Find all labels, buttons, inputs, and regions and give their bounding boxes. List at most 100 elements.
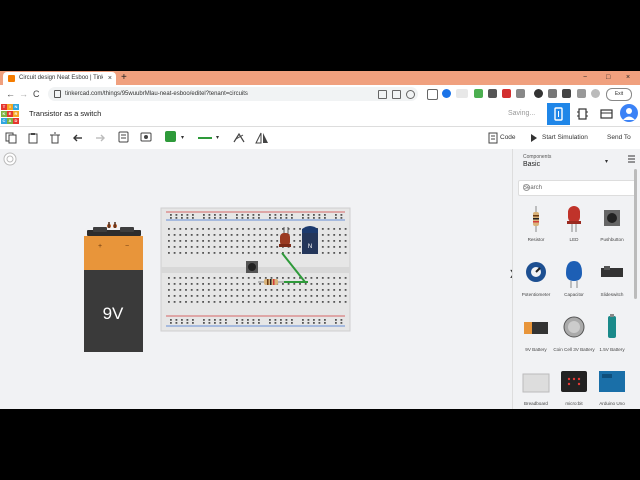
- breadboard-hole[interactable]: [247, 214, 249, 216]
- breadboard-hole[interactable]: [190, 289, 193, 291]
- breadboard-hole[interactable]: [321, 283, 324, 285]
- breadboard-hole[interactable]: [264, 234, 267, 236]
- extension-icon[interactable]: [548, 89, 557, 98]
- component-list-button[interactable]: [595, 103, 618, 125]
- breadboard-hole[interactable]: [196, 301, 199, 303]
- breadboard-hole[interactable]: [276, 246, 279, 248]
- breadboard-hole[interactable]: [242, 234, 244, 236]
- breadboard-hole[interactable]: [173, 240, 176, 242]
- breadboard-hole[interactable]: [225, 301, 227, 303]
- breadboard-hole[interactable]: [327, 277, 330, 279]
- new-tab-button[interactable]: +: [121, 71, 127, 85]
- breadboard-hole[interactable]: [299, 283, 301, 285]
- breadboard-hole[interactable]: [185, 289, 187, 291]
- breadboard-hole[interactable]: [259, 301, 261, 303]
- breadboard-hole[interactable]: [259, 252, 261, 254]
- breadboard-hole[interactable]: [270, 301, 273, 303]
- breadboard-hole[interactable]: [173, 228, 176, 230]
- breadboard-hole[interactable]: [190, 252, 193, 254]
- breadboard-hole[interactable]: [230, 234, 233, 236]
- breadboard-hole[interactable]: [270, 234, 273, 236]
- pushbutton[interactable]: [246, 261, 258, 273]
- breadboard-hole[interactable]: [333, 234, 336, 236]
- breadboard-hole[interactable]: [242, 252, 244, 254]
- breadboard-hole[interactable]: [202, 283, 204, 285]
- breadboard-hole[interactable]: [339, 277, 341, 279]
- breadboard-hole[interactable]: [253, 240, 256, 242]
- breadboard-hole[interactable]: [225, 246, 227, 248]
- breadboard-hole[interactable]: [339, 283, 341, 285]
- zoom-fit-icon[interactable]: [3, 152, 17, 166]
- component-slideswitch[interactable]: Slideswitch: [593, 256, 631, 306]
- breadboard-hole[interactable]: [333, 228, 336, 230]
- component-1-5v-battery[interactable]: 1.5V Battery: [593, 311, 631, 361]
- breadboard-hole[interactable]: [339, 301, 341, 303]
- breadboard-hole[interactable]: [175, 322, 178, 324]
- breadboard-hole[interactable]: [213, 228, 216, 230]
- breadboard-hole[interactable]: [241, 217, 244, 219]
- breadboard-hole[interactable]: [179, 295, 182, 297]
- breadboard-hole[interactable]: [247, 217, 249, 219]
- breadboard-hole[interactable]: [302, 214, 304, 216]
- breadboard-hole[interactable]: [203, 319, 205, 321]
- breadboard-hole[interactable]: [213, 277, 216, 279]
- breadboard-hole[interactable]: [185, 252, 187, 254]
- breadboard-hole[interactable]: [236, 217, 238, 219]
- breadboard-hole[interactable]: [344, 289, 347, 291]
- breadboard-hole[interactable]: [202, 289, 204, 291]
- breadboard-hole[interactable]: [339, 240, 341, 242]
- breadboard-hole[interactable]: [179, 252, 182, 254]
- breadboard-hole[interactable]: [253, 289, 256, 291]
- breadboard-hole[interactable]: [230, 228, 233, 230]
- breadboard-hole[interactable]: [213, 252, 216, 254]
- breadboard-hole[interactable]: [258, 319, 260, 321]
- breadboard-hole[interactable]: [208, 319, 211, 321]
- breadboard-hole[interactable]: [185, 234, 187, 236]
- breadboard-hole[interactable]: [173, 283, 176, 285]
- component-capacitor[interactable]: Capacitor: [555, 256, 593, 306]
- tab-close-icon[interactable]: ×: [108, 72, 112, 85]
- breadboard-hole[interactable]: [333, 246, 336, 248]
- breadboard-hole[interactable]: [219, 283, 222, 285]
- breadboard-hole[interactable]: [293, 295, 296, 297]
- breadboard-hole[interactable]: [304, 295, 307, 297]
- component-microbit[interactable]: micro:bit: [555, 365, 593, 409]
- breadboard-hole[interactable]: [207, 289, 210, 291]
- breadboard-hole[interactable]: [190, 246, 193, 248]
- breadboard-hole[interactable]: [230, 277, 233, 279]
- breadboard-hole[interactable]: [293, 252, 296, 254]
- breadboard-hole[interactable]: [264, 240, 267, 242]
- breadboard-hole[interactable]: [241, 319, 244, 321]
- tinkercad-logo[interactable]: T I N K E R C A D: [1, 104, 20, 124]
- breadboard-hole[interactable]: [344, 228, 347, 230]
- window-maximize-icon[interactable]: □: [606, 71, 610, 84]
- breadboard-hole[interactable]: [258, 322, 260, 324]
- extension-icon[interactable]: [474, 89, 483, 98]
- breadboard-hole[interactable]: [333, 289, 336, 291]
- breadboard-hole[interactable]: [186, 214, 189, 216]
- breadboard-hole[interactable]: [213, 240, 216, 242]
- breadboard-hole[interactable]: [241, 214, 244, 216]
- breadboard-hole[interactable]: [181, 319, 183, 321]
- breadboard-hole[interactable]: [333, 277, 336, 279]
- breadboard-hole[interactable]: [307, 214, 310, 216]
- breadboard-hole[interactable]: [219, 217, 222, 219]
- breadboard-hole[interactable]: [170, 322, 172, 324]
- breadboard-hole[interactable]: [318, 322, 321, 324]
- breadboard-hole[interactable]: [304, 277, 307, 279]
- breadboard-hole[interactable]: [170, 217, 172, 219]
- breadboard-hole[interactable]: [242, 295, 244, 297]
- breadboard-hole[interactable]: [293, 246, 296, 248]
- breadboard-hole[interactable]: [313, 214, 315, 216]
- breadboard-hole[interactable]: [302, 319, 304, 321]
- breadboard-hole[interactable]: [316, 289, 318, 291]
- bookmark-star-icon[interactable]: [406, 90, 415, 99]
- breadboard-hole[interactable]: [247, 301, 250, 303]
- breadboard-hole[interactable]: [225, 214, 227, 216]
- breadboard-hole[interactable]: [344, 246, 347, 248]
- breadboard-hole[interactable]: [291, 319, 293, 321]
- breadboard-hole[interactable]: [208, 322, 211, 324]
- breadboard-hole[interactable]: [270, 240, 273, 242]
- breadboard-hole[interactable]: [181, 214, 183, 216]
- breadboard-hole[interactable]: [175, 214, 178, 216]
